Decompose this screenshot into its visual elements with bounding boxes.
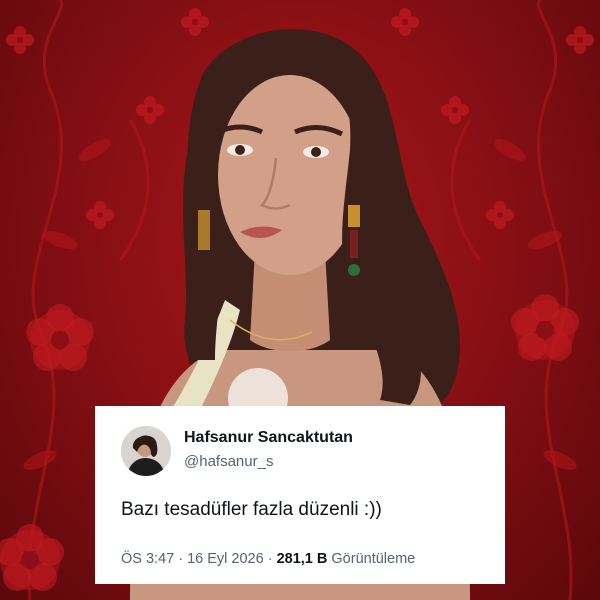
tweet-card[interactable]: Hafsanur Sancaktutan @hafsanur_s Bazı te… <box>95 406 505 584</box>
tweet-time[interactable]: ÖS 3:47 <box>121 551 174 567</box>
author-avatar[interactable] <box>121 426 171 476</box>
meta-separator: · <box>174 551 188 567</box>
author-name[interactable]: Hafsanur Sancaktutan <box>184 429 353 447</box>
avatar-photo-icon <box>121 426 171 476</box>
tweet-text: Bazı tesadüfler fazla düzenli :)) <box>121 499 382 520</box>
views-count: 281,1 B <box>276 551 328 567</box>
tweet-meta: ÖS 3:47 · 16 Eyl 2026 · 281,1 B Görüntül… <box>121 551 415 567</box>
author-handle[interactable]: @hafsanur_s <box>184 453 273 470</box>
meta-separator: · <box>263 551 277 567</box>
views-label: Görüntüleme <box>331 551 416 567</box>
tweet-date[interactable]: 16 Eyl 2026 <box>187 551 264 567</box>
